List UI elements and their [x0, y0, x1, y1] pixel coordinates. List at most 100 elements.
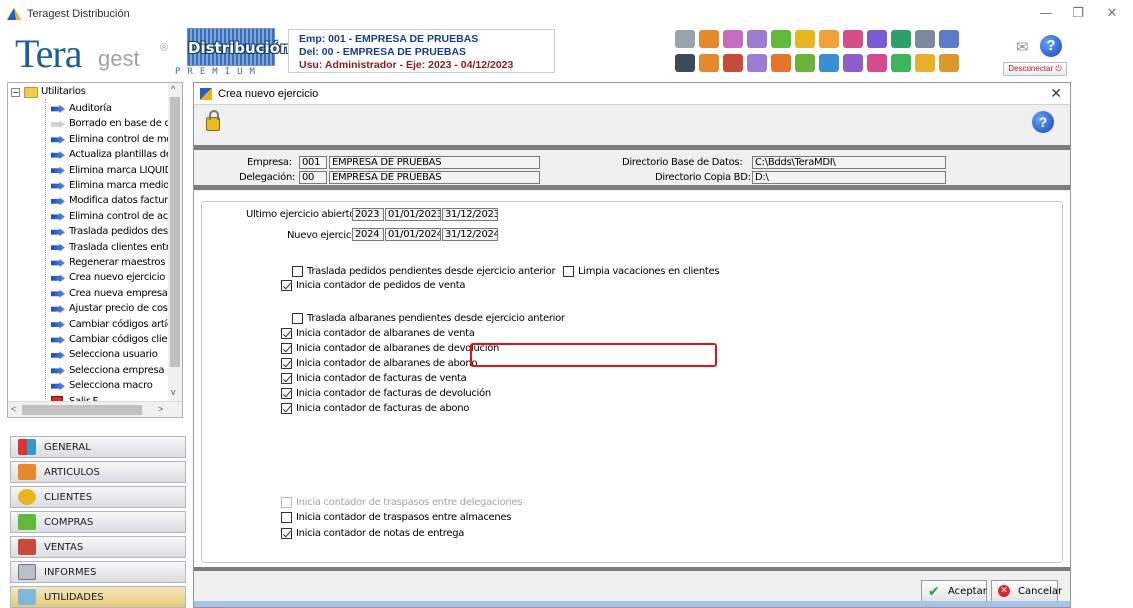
- calculator-icon[interactable]: [675, 30, 695, 48]
- tree-item[interactable]: Regenerar maestros: [8, 256, 174, 272]
- module-general-button[interactable]: GENERAL: [10, 436, 186, 458]
- shipping-icon[interactable]: [723, 54, 743, 72]
- tree-root-utilitarios[interactable]: − Utilitarios: [8, 85, 174, 101]
- table-icon[interactable]: [891, 30, 911, 48]
- checkbox-checked-icon[interactable]: [281, 388, 292, 399]
- module-articulos-button[interactable]: ARTICULOS: [10, 461, 186, 483]
- tree-item[interactable]: Ajustar precio de coste: [8, 302, 174, 318]
- checkbox-unchecked-icon[interactable]: [292, 313, 303, 324]
- arrow-right-icon: [51, 166, 65, 175]
- calendar-icon[interactable]: [819, 54, 839, 72]
- tree-item[interactable]: Traslada pedidos desde e: [8, 225, 174, 241]
- trucks-icon[interactable]: [747, 30, 767, 48]
- tree-item-label: Borrado en base de datos: [69, 118, 174, 130]
- close-icon[interactable]: ✕: [1102, 6, 1122, 21]
- tree-item[interactable]: Crea nuevo ejercicio: [8, 271, 174, 287]
- warehouse-icon[interactable]: [723, 30, 743, 48]
- tree-item[interactable]: Traslada clientes entre em: [8, 241, 174, 257]
- invoice-icon[interactable]: [795, 54, 815, 72]
- tree-item[interactable]: Elimina marca medio bloq: [8, 179, 174, 195]
- company-info-section: Empresa: 001 EMPRESA DE PRUEBAS Delegaci…: [194, 151, 1070, 187]
- tree-vscroll-thumb[interactable]: [170, 97, 180, 367]
- tree-item[interactable]: Selecciona macro: [8, 379, 174, 395]
- separator: [194, 145, 1070, 150]
- inventory-icon[interactable]: [699, 30, 719, 48]
- chart-icon[interactable]: [915, 54, 935, 72]
- module-ventas-button[interactable]: VENTAS: [10, 536, 186, 558]
- tree-item[interactable]: Crea nueva empresa: [8, 287, 174, 303]
- tree-item-label: Selecciona empresa: [69, 364, 165, 376]
- checkbox-checked-icon[interactable]: [281, 403, 292, 414]
- tree-item-label: Cambiar códigos clientes: [69, 334, 174, 345]
- checkbox-unchecked-icon[interactable]: [563, 266, 574, 277]
- settings-icon[interactable]: [939, 30, 959, 48]
- minimize-icon[interactable]: —: [1036, 6, 1056, 21]
- delivery-icon[interactable]: [747, 54, 767, 72]
- tree-item-label: Selecciona usuario: [69, 349, 158, 361]
- edit-doc-icon[interactable]: [819, 30, 839, 48]
- tree-item[interactable]: Selecciona usuario: [8, 348, 174, 364]
- nuevo-end-field[interactable]: 31/12/2024: [442, 228, 498, 241]
- scroll-left-icon[interactable]: <: [11, 404, 16, 414]
- checkbox-checked-icon[interactable]: [281, 328, 292, 339]
- checkbox-unchecked-icon[interactable]: [292, 266, 303, 277]
- nuevo-start-field[interactable]: 01/01/2024: [385, 228, 441, 241]
- report-icon[interactable]: [843, 54, 863, 72]
- folder-icon[interactable]: [795, 30, 815, 48]
- orders-icon[interactable]: [771, 54, 791, 72]
- disconnect-button[interactable]: Desconectar ⏻: [1003, 62, 1067, 76]
- checkbox-checked-icon[interactable]: [281, 528, 292, 539]
- dialog-app-icon: [200, 88, 212, 100]
- collapse-icon[interactable]: −: [11, 88, 20, 97]
- checkbox-checked-icon[interactable]: [281, 280, 292, 291]
- checkbox-checked-icon[interactable]: [281, 343, 292, 354]
- list-icon[interactable]: [843, 30, 863, 48]
- coins-icon[interactable]: [939, 54, 959, 72]
- globe-icon[interactable]: [891, 54, 911, 72]
- checkbox-unchecked-icon[interactable]: [281, 512, 292, 523]
- tree-item[interactable]: Auditoría: [8, 102, 174, 118]
- tree-item[interactable]: Cambiar códigos clientes: [8, 333, 174, 349]
- module-utilidades-button[interactable]: UTILIDADES: [10, 586, 186, 608]
- cancel-button[interactable]: ✕ Cancelar: [991, 580, 1062, 602]
- module-informes-button[interactable]: INFORMES: [10, 561, 186, 583]
- print-icon[interactable]: [867, 54, 887, 72]
- scroll-right-icon[interactable]: >: [158, 404, 163, 414]
- option-label: Inicia contador de traspasos entre deleg…: [296, 497, 523, 508]
- checkbox-checked-icon[interactable]: [281, 358, 292, 369]
- checkmark-icon: ✔: [928, 584, 940, 600]
- option-label: Inicia contador de notas de entrega: [296, 528, 465, 539]
- phone-icon[interactable]: [675, 54, 695, 72]
- cart-icon[interactable]: [771, 30, 791, 48]
- scroll-up-icon[interactable]: ^: [171, 84, 175, 94]
- tree-item[interactable]: Elimina control de modificaciones: [8, 133, 174, 149]
- tree-item[interactable]: Elimina marca LIQUIDA n: [8, 164, 174, 180]
- users-icon[interactable]: [915, 30, 935, 48]
- module-clientes-button[interactable]: CLIENTES: [10, 486, 186, 508]
- module-compras-button[interactable]: COMPRAS: [10, 511, 186, 533]
- tree-vscrollbar[interactable]: ^ v: [168, 83, 182, 401]
- separator: [194, 185, 1070, 190]
- tree-hscrollbar[interactable]: < >: [8, 401, 182, 417]
- close-icon[interactable]: ✕: [1050, 86, 1062, 102]
- mail-icon[interactable]: ✉: [1016, 38, 1029, 56]
- tree-item-label: Elimina control de actualización: [69, 210, 174, 222]
- tree-item[interactable]: Actualiza plantillas de impresión: [8, 148, 174, 164]
- tree-item[interactable]: Borrado en base de datos: [8, 117, 174, 133]
- help-icon[interactable]: ?: [1040, 35, 1062, 57]
- nuevo-year-field[interactable]: 2024: [352, 228, 384, 241]
- accept-button[interactable]: ✔ Aceptar: [921, 580, 987, 602]
- tree-item[interactable]: Elimina control de actualización: [8, 210, 174, 226]
- checkbox-checked-icon[interactable]: [281, 373, 292, 384]
- tree-item[interactable]: Modifica datos factura: [8, 194, 174, 210]
- scroll-down-icon[interactable]: v: [171, 387, 176, 397]
- help-icon[interactable]: ?: [1032, 111, 1054, 133]
- tree-hscroll-thumb[interactable]: [22, 405, 142, 415]
- dialog-footer-strip: [194, 601, 1070, 607]
- tree-item[interactable]: Cambiar códigos artículos: [8, 318, 174, 334]
- stock-icon[interactable]: [699, 54, 719, 72]
- notes-icon[interactable]: [867, 30, 887, 48]
- tree-item[interactable]: Selecciona empresa: [8, 364, 174, 380]
- clients-icon: [18, 489, 36, 505]
- maximize-icon[interactable]: ❐: [1068, 6, 1088, 21]
